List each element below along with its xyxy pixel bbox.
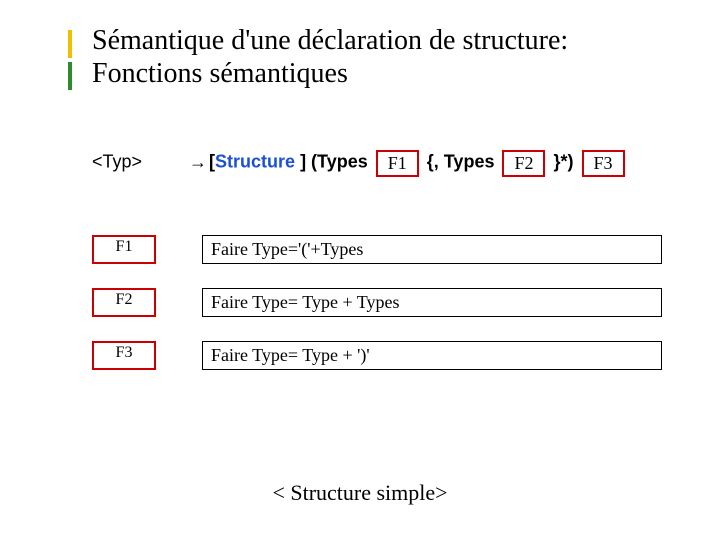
rule-keyword: Structure — [215, 152, 295, 172]
def-row: F3 Faire Type= Type + ')' — [92, 341, 662, 370]
def-body-f1: Faire Type='('+Types — [202, 235, 662, 264]
def-body-f2: Faire Type= Type + Types — [202, 288, 662, 317]
def-label-f1: F1 — [92, 235, 156, 264]
rule-f3-box: F3 — [582, 150, 625, 177]
def-label-f2: F2 — [92, 288, 156, 317]
rule-lhs: <Typ> — [92, 152, 142, 172]
rule-f2-box: F2 — [502, 150, 545, 177]
def-row: F2 Faire Type= Type + Types — [92, 288, 662, 317]
accent-bars — [68, 30, 86, 90]
accent-yellow — [68, 30, 72, 58]
rule-seg2: {, Types — [422, 152, 500, 172]
definitions-table: F1 Faire Type='('+Types F2 Faire Type= T… — [92, 235, 662, 394]
rule-seg1: ] (Types — [295, 152, 373, 172]
slide-title: Sémantique d'une déclaration de structur… — [92, 24, 692, 90]
grammar-rule: <Typ> →[Structure ] (Types F1 {, Types F… — [92, 150, 628, 177]
arrow-icon: → — [189, 152, 207, 172]
rule-seg3: }*) — [548, 152, 578, 172]
rule-f1-box: F1 — [376, 150, 419, 177]
def-row: F1 Faire Type='('+Types — [92, 235, 662, 264]
def-label-f3: F3 — [92, 341, 156, 370]
def-body-f3: Faire Type= Type + ')' — [202, 341, 662, 370]
accent-green — [68, 62, 72, 90]
footer-caption: < Structure simple> — [0, 480, 720, 506]
